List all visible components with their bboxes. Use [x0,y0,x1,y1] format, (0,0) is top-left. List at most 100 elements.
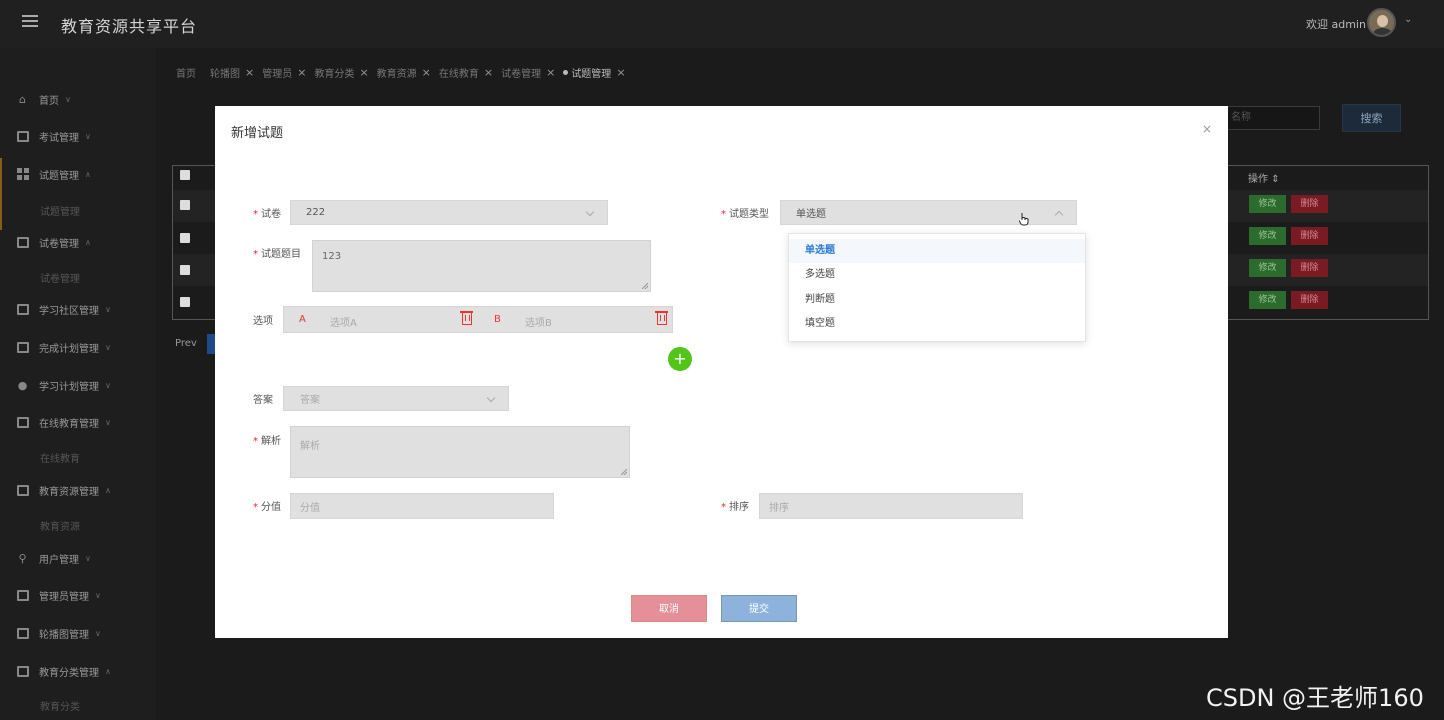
question-type-select[interactable]: 单选题 [780,200,1077,225]
paper-select[interactable]: 222 [290,200,608,225]
close-icon[interactable]: × [422,66,431,79]
close-icon[interactable]: × [297,66,306,79]
tab-admin[interactable]: 管理员 × [262,65,306,80]
delete-button[interactable]: 删除 [1291,195,1328,213]
sidebar-item-label: 学习计划管理 [39,381,99,393]
trash-icon[interactable] [460,311,473,325]
tab-category[interactable]: 教育分类 × [314,65,368,80]
sidebar-item-home[interactable]: ⌂ 首页 ∨ [0,85,156,113]
hand-cursor-icon [1019,213,1029,226]
dropdown-option-fill[interactable]: 填空题 [789,312,1085,336]
question-title-label-text: 试题题目 [261,249,301,260]
edit-button[interactable]: 修改 [1249,195,1286,213]
tab-carousel[interactable]: 轮播图 × [210,65,254,80]
edit-button[interactable]: 修改 [1249,259,1286,277]
trash-icon[interactable] [655,311,668,325]
question-type-label: * 试题类型 [721,205,769,220]
close-icon[interactable]: × [484,66,493,79]
tab-label: 轮播图 [210,68,240,80]
sidebar-item-carousel[interactable]: 轮播图管理 ∨ [0,619,156,647]
sidebar-item-label: 教育资源管理 [39,486,99,498]
required-mark: * [721,502,726,513]
chevron-up-icon: ∧ [105,485,111,495]
delete-button[interactable]: 删除 [1291,259,1328,277]
delete-button[interactable]: 删除 [1291,227,1328,245]
avatar[interactable] [1367,8,1396,37]
tab-online-edu[interactable]: 在线教育 × [439,65,493,80]
analysis-label: * 解析 [253,432,281,447]
sidebar-item-paper[interactable]: 试卷管理 ∧ [0,228,156,256]
chevron-down-icon [585,207,595,216]
sidebar-item-question[interactable]: 试题管理 ∧ [0,158,156,230]
chevron-down-icon: ∨ [85,131,91,141]
sidebar-sub-resource[interactable]: 教育资源 [40,518,80,533]
question-type-label-text: 试题类型 [729,209,769,220]
row-checkbox[interactable] [180,297,190,307]
answer-select[interactable]: 答案 [283,386,509,411]
sidebar-sub-online-edu[interactable]: 在线教育 [40,450,80,465]
dropdown-option-multiple[interactable]: 多选题 [789,263,1085,287]
dropdown-option-judge[interactable]: 判断题 [789,288,1085,312]
search-button[interactable]: 搜索 [1342,104,1401,132]
sidebar-item-category[interactable]: 教育分类管理 ∧ [0,657,156,685]
sidebar-item-resource[interactable]: 教育资源管理 ∧ [0,476,156,504]
sidebar: ⌂ 首页 ∨ 考试管理 ∨ 试题管理 ∧ 试题管理 试卷管理 ∧ 试卷管理 学习… [0,48,156,720]
app-title: 教育资源共享平台 [61,17,198,36]
row-checkbox[interactable] [180,265,190,275]
edit-button[interactable]: 修改 [1249,291,1286,309]
option-a-input[interactable]: 选项A [330,314,357,329]
close-icon[interactable]: × [1202,122,1212,136]
analysis-textarea[interactable]: 解析 [290,426,630,478]
option-b-input[interactable]: 选项B [525,314,552,329]
sidebar-item-study-plan[interactable]: ● 学习计划管理 ∨ [0,371,156,399]
sidebar-item-plan-done[interactable]: 完成计划管理 ∨ [0,333,156,361]
sidebar-sub-paper[interactable]: 试卷管理 [40,270,80,285]
paper-icon [16,236,29,248]
edit-button[interactable]: 修改 [1249,227,1286,245]
close-icon[interactable]: × [616,66,625,79]
score-input[interactable]: 分值 [290,493,554,519]
row-checkbox[interactable] [180,233,190,243]
sidebar-sub-category[interactable]: 教育分类 [40,698,80,713]
select-all-checkbox[interactable] [180,170,190,180]
close-icon[interactable]: × [245,66,254,79]
user-icon: ⚲ [18,551,27,565]
chevron-down-icon[interactable]: ⌄ [1404,14,1412,25]
sidebar-item-label: 用户管理 [39,554,79,566]
page-number-active[interactable] [207,334,215,354]
question-title-textarea[interactable]: 123 [312,240,651,292]
cancel-button[interactable]: 取消 [631,595,707,622]
prev-page-button[interactable]: Prev [175,338,197,349]
search-input[interactable]: 名称 [1224,106,1320,130]
question-type-dropdown: 单选题 多选题 判断题 填空题 [788,233,1086,342]
add-option-button[interactable]: + [668,347,692,371]
sidebar-item-user[interactable]: ⚲ 用户管理 ∨ [0,544,156,572]
delete-button[interactable]: 删除 [1291,291,1328,309]
sidebar-item-label: 试卷管理 [39,238,79,250]
sidebar-item-label: 考试管理 [39,132,79,144]
tab-question[interactable]: 试题管理 × [563,65,626,80]
dropdown-option-single[interactable]: 单选题 [789,239,1085,263]
sidebar-sub-question[interactable]: 试题管理 [40,203,80,218]
sort-label: * 排序 [721,498,749,513]
tab-resource[interactable]: 教育资源 × [377,65,431,80]
score-label-text: 分值 [261,502,281,513]
sidebar-item-community[interactable]: 学习社区管理 ∨ [0,295,156,323]
sort-placeholder: 排序 [769,502,789,514]
chevron-up-icon: ∧ [105,666,111,676]
chevron-down-icon: ∨ [95,590,101,600]
sidebar-item-admin[interactable]: 管理员管理 ∨ [0,581,156,609]
row-checkbox[interactable] [180,200,190,210]
close-icon[interactable]: × [359,66,368,79]
close-icon[interactable]: × [546,66,555,79]
column-header-action[interactable]: 操作 ⇕ [1248,170,1280,185]
sidebar-item-exam[interactable]: 考试管理 ∨ [0,122,156,150]
tab-paper[interactable]: 试卷管理 × [501,65,555,80]
submit-button[interactable]: 提交 [721,595,797,622]
sort-input[interactable]: 排序 [759,493,1023,519]
sidebar-item-online-edu[interactable]: 在线教育管理 ∨ [0,408,156,436]
menu-icon[interactable] [22,13,38,29]
chevron-up-icon: ∧ [85,237,91,247]
tab-home[interactable]: 首页 [176,65,196,80]
chevron-down-icon: ∨ [85,553,91,563]
